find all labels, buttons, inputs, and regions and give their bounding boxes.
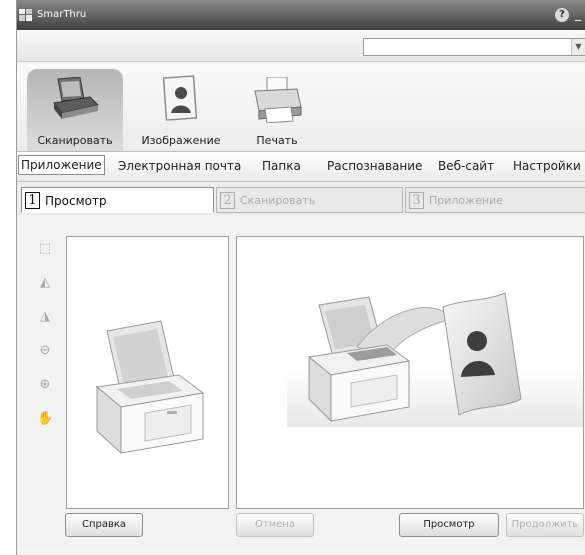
zoom-in-icon[interactable]: ⊕ — [37, 377, 53, 393]
thumbnail-panel — [66, 236, 229, 509]
toolbar-image[interactable]: Изображение — [131, 69, 231, 151]
preview-button[interactable]: Просмотр — [399, 513, 499, 537]
chevron-down-icon[interactable]: ▼ — [571, 39, 585, 55]
tab-email[interactable]: Электронная почта — [118, 159, 241, 173]
profile-dropdown[interactable]: ▼ — [363, 38, 585, 56]
main-toolbar: Сканировать Изображение Печать — [17, 63, 585, 151]
scanner-illustration — [95, 320, 205, 455]
tab-website[interactable]: Веб-сайт — [438, 159, 494, 173]
step-label: Сканировать — [240, 194, 316, 207]
tab-settings[interactable]: Настройки — [513, 159, 581, 173]
printer-icon — [254, 77, 302, 123]
flip-horizontal-icon[interactable]: ◭ — [37, 275, 53, 291]
image-icon — [163, 75, 198, 121]
title-bar: SmarThru ? _ — [17, 0, 585, 30]
app-logo-icon — [19, 9, 32, 21]
cancel-button[interactable]: Отмена — [236, 513, 314, 537]
zoom-out-icon[interactable]: ⊖ — [37, 343, 53, 359]
flip-vertical-icon[interactable]: ◮ — [37, 309, 53, 325]
continue-button[interactable]: Продолжить — [506, 513, 584, 537]
step-label: Просмотр — [45, 194, 107, 208]
wizard-steps: 1 Просмотр 2 Сканировать 3 Приложение — [17, 183, 585, 215]
scan-preview-illustration — [287, 292, 583, 427]
step-scan[interactable]: 2 Сканировать — [216, 187, 403, 213]
step-label: Приложение — [429, 194, 503, 207]
step-number: 1 — [25, 192, 40, 209]
smarthru-window: SmarThru ? _ ▼ Сканировать Изображение П… — [16, 0, 585, 555]
step-number: 2 — [220, 192, 235, 209]
top-bar: ▼ — [17, 30, 585, 62]
toolbar-image-label: Изображение — [141, 134, 221, 147]
toolbar-print[interactable]: Печать — [237, 69, 317, 151]
minimize-icon[interactable]: _ — [575, 7, 581, 21]
tab-folder[interactable]: Папка — [262, 159, 301, 173]
help-icon[interactable]: ? — [555, 8, 569, 22]
toolbar-scan-label: Сканировать — [37, 134, 113, 147]
scanner-icon — [53, 77, 99, 119]
toolbar-print-label: Печать — [256, 134, 298, 147]
preview-area: ⬚ ◭ ◮ ⊖ ⊕ ✋ Справка Отмена Просмотр Прод… — [17, 215, 585, 549]
help-button[interactable]: Справка — [65, 513, 143, 537]
step-preview[interactable]: 1 Просмотр — [21, 187, 214, 213]
toolbar-scan[interactable]: Сканировать — [27, 69, 123, 151]
step-application[interactable]: 3 Приложение — [405, 187, 585, 213]
tab-application[interactable]: Приложение — [18, 155, 105, 175]
step-number: 3 — [409, 192, 424, 209]
tab-ocr[interactable]: Распознавание — [327, 159, 422, 173]
select-area-icon[interactable]: ⬚ — [37, 241, 53, 257]
preview-panel — [236, 236, 584, 509]
window-title: SmarThru — [37, 9, 87, 20]
hand-pan-icon[interactable]: ✋ — [37, 411, 53, 427]
destination-tabs: Приложение Электронная почта Папка Распо… — [17, 151, 585, 182]
